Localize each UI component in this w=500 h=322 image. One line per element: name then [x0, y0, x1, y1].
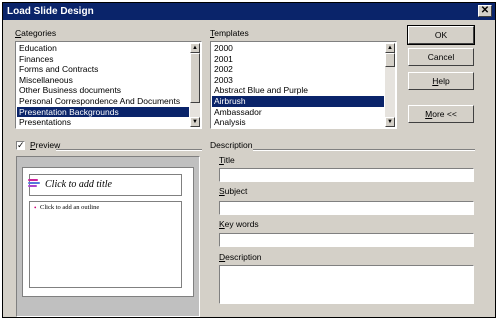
load-slide-design-dialog: Load Slide Design ✕ Categories Education…	[2, 2, 496, 318]
list-item[interactable]: Forms and Contracts	[17, 64, 189, 75]
list-item[interactable]: Miscellaneous	[17, 75, 189, 86]
airbrush-bars-icon	[28, 179, 40, 191]
templates-scrollbar[interactable]: ▲ ▼	[385, 43, 395, 127]
list-item[interactable]: Presentation Backgrounds	[17, 106, 189, 118]
preview-frame: Click to add title • Click to add an out…	[16, 156, 200, 317]
bullet-icon: •	[34, 204, 37, 212]
templates-label: Templates	[210, 28, 249, 38]
list-item[interactable]: Ambassador	[212, 107, 384, 118]
preview-checkbox[interactable]: ✓	[16, 141, 25, 150]
dialog-titlebar: Load Slide Design ✕	[3, 3, 495, 20]
dialog-title: Load Slide Design	[7, 6, 94, 17]
scroll-up-icon[interactable]: ▲	[385, 43, 395, 53]
description-field-label: Description	[219, 252, 262, 262]
scroll-down-icon[interactable]: ▼	[385, 117, 395, 127]
slide-preview: Click to add title • Click to add an out…	[22, 167, 194, 297]
help-button[interactable]: Help	[408, 72, 474, 90]
close-icon[interactable]: ✕	[478, 5, 492, 17]
description-field[interactable]	[219, 265, 474, 304]
ok-button[interactable]: OK	[407, 25, 475, 45]
keywords-field-label: Key words	[219, 219, 259, 229]
title-field-label: Title	[219, 155, 235, 165]
categories-scrollbar[interactable]: ▲ ▼	[190, 43, 200, 127]
list-item[interactable]: 2002	[212, 64, 384, 75]
scroll-down-icon[interactable]: ▼	[190, 117, 200, 127]
slide-title-text: Click to add title	[45, 179, 112, 190]
categories-listbox[interactable]: Education Finances Forms and Contracts Misc…	[15, 41, 202, 129]
list-item[interactable]: Analysis	[212, 117, 384, 128]
scroll-thumb[interactable]	[385, 53, 395, 67]
cancel-button[interactable]: Cancel	[408, 48, 474, 66]
list-item[interactable]: Finances	[17, 54, 189, 65]
list-item[interactable]: Other Business documents	[17, 85, 189, 96]
scroll-up-icon[interactable]: ▲	[190, 43, 200, 53]
list-item[interactable]: Abstract Blue and Purple	[212, 85, 384, 96]
list-item[interactable]: 2001	[212, 54, 384, 65]
bar-1	[28, 179, 38, 181]
slide-outline-placeholder: • Click to add an outline	[29, 201, 182, 288]
list-item[interactable]: Education	[17, 43, 189, 54]
slide-title-placeholder: Click to add title	[28, 174, 182, 196]
bar-3	[28, 185, 37, 187]
keywords-field[interactable]	[219, 233, 474, 247]
bar-2	[28, 182, 40, 184]
subject-field-label: Subject	[219, 186, 248, 196]
list-item[interactable]: Personal Correspondence And Documents	[17, 96, 189, 107]
description-group-label: Description	[210, 140, 253, 150]
description-divider	[253, 149, 475, 151]
templates-listbox[interactable]: 2000 2001 2002 2003 Abstract Blue and Purple…	[210, 41, 397, 129]
preview-divider	[56, 149, 202, 151]
more-button[interactable]: More <<	[408, 105, 474, 123]
subject-field[interactable]	[219, 201, 474, 215]
scroll-thumb[interactable]	[190, 53, 200, 103]
categories-label: Categories	[15, 28, 57, 38]
list-item[interactable]: Airbrush	[212, 95, 384, 107]
list-item[interactable]: 2000	[212, 43, 384, 54]
list-item[interactable]: 2003	[212, 75, 384, 86]
title-field[interactable]	[219, 168, 474, 182]
slide-outline-text: Click to add an outline	[40, 204, 100, 211]
list-item[interactable]: Presentations	[17, 117, 189, 128]
